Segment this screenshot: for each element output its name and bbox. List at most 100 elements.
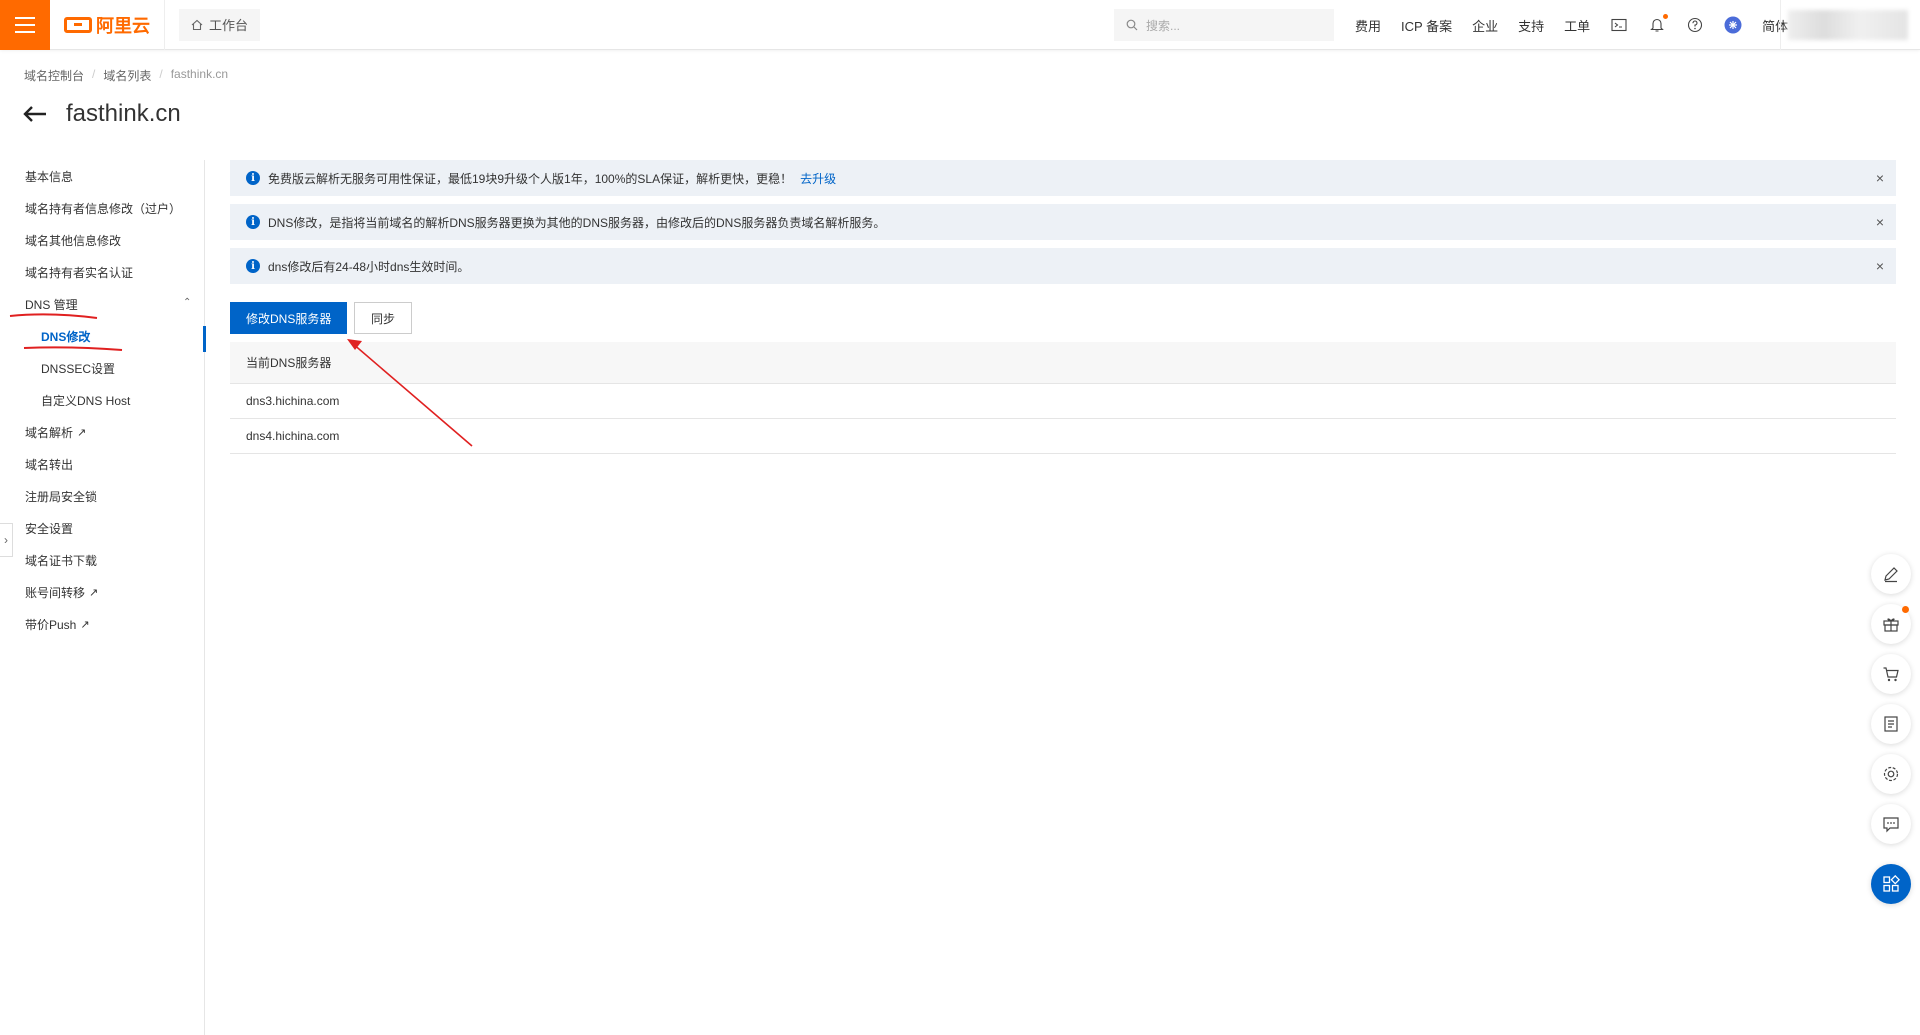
- sidebar-group-dns-management[interactable]: DNS 管理: [25, 296, 78, 313]
- sidebar-item-security-settings[interactable]: 安全设置: [25, 520, 73, 537]
- breadcrumb-domain-list[interactable]: 域名列表: [103, 67, 151, 84]
- dns-server-table: 当前DNS服务器 dns3.hichina.com dns4.hichina.c…: [230, 342, 1896, 454]
- language-switch[interactable]: 简体: [1762, 16, 1788, 35]
- sidebar-item-label: 基本信息: [25, 170, 74, 184]
- menu-icon[interactable]: [0, 0, 50, 50]
- nav-enterprise[interactable]: 企业: [1472, 16, 1498, 35]
- sidebar-item-holder-change[interactable]: 域名持有者信息修改（过户）: [25, 200, 181, 217]
- app-badge-icon[interactable]: [1724, 16, 1742, 34]
- sidebar-item-custom-dns-host[interactable]: 自定义DNS Host: [41, 392, 130, 409]
- gift-notification-dot: [1902, 606, 1909, 613]
- aliyun-logo[interactable]: 阿里云: [64, 12, 150, 38]
- breadcrumb-current: fasthink.cn: [170, 67, 229, 81]
- sidebar-item-cert-download[interactable]: 域名证书下载: [25, 552, 97, 569]
- notification-dot: [1663, 14, 1669, 19]
- sidebar-item-label: 自定义DNS Host: [41, 394, 131, 408]
- chat-icon[interactable]: [1871, 804, 1911, 844]
- sidebar-item-label: 域名转出: [25, 458, 74, 472]
- sidebar-item-dns-modify[interactable]: DNS修改: [41, 328, 90, 345]
- external-link-icon: ↗: [77, 427, 87, 439]
- edit-icon[interactable]: [1871, 554, 1911, 594]
- apps-grid-icon[interactable]: [1871, 864, 1911, 904]
- workbench-label: 工作台: [209, 18, 249, 33]
- sidebar-item-transfer-out[interactable]: 域名转出: [25, 456, 73, 473]
- sidebar-item-label: 账号间转移: [25, 586, 86, 600]
- sidebar-item-label: DNS 管理: [25, 298, 78, 312]
- settings-icon[interactable]: [1871, 754, 1911, 794]
- page-header: fasthink.cn: [22, 100, 181, 128]
- close-icon[interactable]: ×: [1876, 214, 1884, 230]
- external-link-icon: ↗: [89, 587, 99, 599]
- account-avatar[interactable]: [1788, 10, 1908, 40]
- sidebar-item-account-transfer[interactable]: 账号间转移 ↗: [25, 584, 98, 601]
- modify-dns-server-button[interactable]: 修改DNS服务器: [230, 302, 348, 334]
- close-icon[interactable]: ×: [1876, 170, 1884, 186]
- notice-text: dns修改后有24-48小时dns生效时间。: [268, 259, 470, 274]
- top-nav-links: 费用 ICP 备案 企业 支持 工单 简体: [1355, 0, 1788, 50]
- sidebar-item-basic-info[interactable]: 基本信息: [25, 168, 73, 185]
- sidebar-item-domain-resolve[interactable]: 域名解析 ↗: [25, 424, 86, 441]
- info-icon: i: [246, 171, 260, 185]
- notice-dns-modify: i DNS修改，是指将当前域名的解析DNS服务器更换为其他的DNS服务器，由修改…: [230, 204, 1896, 240]
- sidebar: 基本信息 域名持有者信息修改（过户） 域名其他信息修改 域名持有者实名认证 DN…: [0, 160, 206, 1035]
- chevron-right-icon: ›: [4, 533, 8, 547]
- gift-icon[interactable]: [1871, 604, 1911, 644]
- sidebar-item-registry-lock[interactable]: 注册局安全锁: [25, 488, 97, 505]
- active-indicator: [203, 326, 206, 352]
- breadcrumb-separator: /: [92, 67, 96, 81]
- sidebar-item-label: DNS修改: [41, 330, 91, 344]
- sidebar-item-label: 域名证书下载: [25, 554, 98, 568]
- sidebar-collapse-toggle[interactable]: ›: [0, 523, 13, 557]
- cart-icon[interactable]: [1871, 654, 1911, 694]
- table-header: 当前DNS服务器: [230, 342, 1896, 384]
- notice-text: DNS修改，是指将当前域名的解析DNS服务器更换为其他的DNS服务器，由修改后的…: [268, 215, 886, 230]
- document-icon[interactable]: [1871, 704, 1911, 744]
- sidebar-item-label: 域名持有者信息修改（过户）: [25, 202, 182, 216]
- notice-text: 免费版云解析无服务可用性保证，最低19块9升级个人版1年，100%的SLA保证，…: [268, 171, 793, 186]
- nav-billing[interactable]: 费用: [1355, 16, 1381, 35]
- workbench-button[interactable]: 工作台: [179, 8, 261, 41]
- info-icon: i: [246, 215, 260, 229]
- nav-ticket[interactable]: 工单: [1564, 16, 1590, 35]
- breadcrumb-separator: /: [159, 67, 163, 81]
- sidebar-item-dnssec[interactable]: DNSSEC设置: [41, 360, 115, 377]
- close-icon[interactable]: ×: [1876, 258, 1884, 274]
- notice-upgrade: i 免费版云解析无服务可用性保证，最低19块9升级个人版1年，100%的SLA保…: [230, 160, 1896, 196]
- bell-icon[interactable]: [1648, 14, 1669, 34]
- divider: [1780, 0, 1781, 50]
- upgrade-link[interactable]: 去升级: [800, 170, 836, 187]
- sync-button[interactable]: 同步: [354, 302, 413, 334]
- search-input[interactable]: 搜索...: [1114, 9, 1334, 41]
- info-icon: i: [246, 259, 260, 273]
- back-arrow-icon[interactable]: [22, 104, 48, 124]
- sidebar-item-label: 注册局安全锁: [25, 490, 98, 504]
- nav-support[interactable]: 支持: [1518, 16, 1544, 35]
- terminal-icon[interactable]: [1610, 16, 1628, 34]
- external-link-icon: ↗: [80, 619, 90, 631]
- help-icon[interactable]: [1686, 16, 1704, 34]
- nav-icp[interactable]: ICP 备案: [1401, 16, 1452, 35]
- logo-mark-icon: [64, 16, 92, 33]
- page-title: fasthink.cn: [66, 100, 181, 127]
- divider: [164, 0, 165, 50]
- search-placeholder: 搜索...: [1146, 18, 1181, 33]
- sidebar-item-label: DNSSEC设置: [41, 362, 116, 376]
- search-icon: [1126, 19, 1138, 31]
- annotation-overlay: [9, 313, 473, 447]
- sidebar-item-other-info[interactable]: 域名其他信息修改: [25, 232, 121, 249]
- sidebar-item-label: 域名持有者实名认证: [25, 266, 134, 280]
- sidebar-item-real-name[interactable]: 域名持有者实名认证: [25, 264, 133, 281]
- table-row: dns4.hichina.com: [230, 419, 1896, 454]
- table-row: dns3.hichina.com: [230, 384, 1896, 419]
- sidebar-item-price-push[interactable]: 带价Push ↗: [25, 616, 90, 633]
- sidebar-item-label: 带价Push: [25, 618, 77, 632]
- logo-text: 阿里云: [96, 15, 150, 36]
- breadcrumb: 域名控制台 / 域名列表 / fasthink.cn: [24, 67, 228, 84]
- sidebar-item-label: 域名解析: [25, 426, 74, 440]
- sidebar-item-label: 安全设置: [25, 522, 74, 536]
- home-icon: [191, 19, 203, 30]
- sidebar-item-label: 域名其他信息修改: [25, 234, 122, 248]
- breadcrumb-domain-console[interactable]: 域名控制台: [24, 67, 84, 84]
- chevron-up-icon[interactable]: ⌃: [183, 297, 191, 308]
- notice-dns-effect-time: i dns修改后有24-48小时dns生效时间。 ×: [230, 248, 1896, 284]
